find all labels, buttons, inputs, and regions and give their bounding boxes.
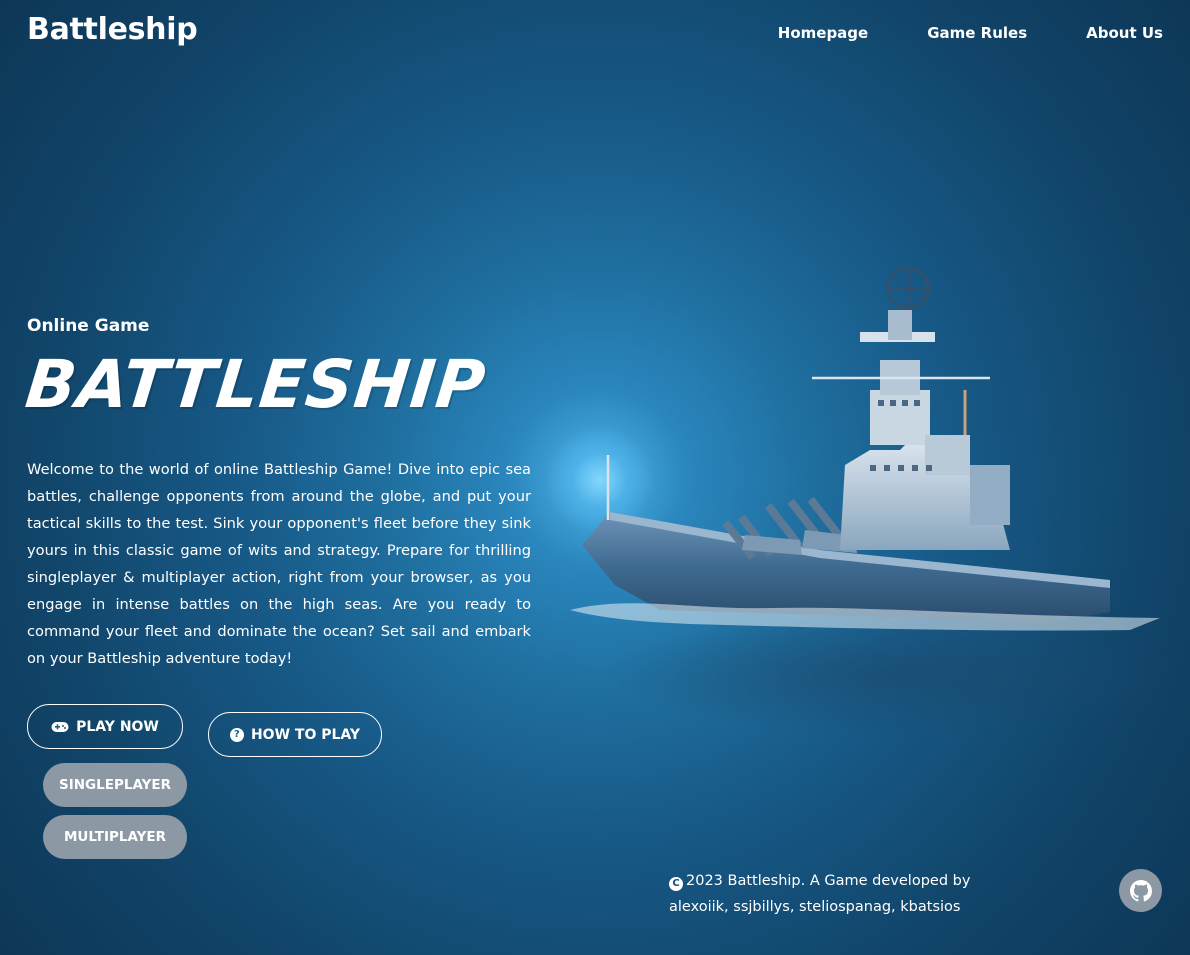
- footer-credits: 2023 Battleship. A Game developed by ale…: [669, 873, 971, 915]
- play-now-label: PLAY NOW: [76, 718, 159, 735]
- github-button[interactable]: [1119, 869, 1162, 912]
- copyright-icon: C: [669, 877, 683, 891]
- play-now-button[interactable]: PLAY NOW: [27, 704, 183, 749]
- question-circle-icon: ?: [229, 727, 244, 742]
- hero-title: BATTLESHIP: [22, 346, 490, 423]
- battleship-illustration: [570, 266, 1170, 735]
- multiplayer-button[interactable]: MULTIPLAYER: [43, 815, 187, 859]
- main-nav: Homepage Game Rules About Us: [778, 24, 1163, 42]
- hero-subtitle: Online Game: [27, 316, 150, 336]
- site-logo[interactable]: Battleship: [27, 12, 198, 47]
- how-to-play-button[interactable]: ? HOW TO PLAY: [208, 712, 382, 757]
- how-to-play-label: HOW TO PLAY: [250, 726, 361, 743]
- gamepad-icon: [51, 721, 69, 732]
- footer-text: C 2023 Battleship. A Game developed by al…: [669, 868, 999, 920]
- nav-about-us[interactable]: About Us: [1086, 24, 1163, 42]
- singleplayer-button[interactable]: SINGLEPLAYER: [43, 763, 187, 807]
- nav-homepage[interactable]: Homepage: [778, 24, 868, 42]
- github-icon: [1129, 879, 1152, 901]
- nav-game-rules[interactable]: Game Rules: [927, 24, 1027, 42]
- hero-description: Welcome to the world of online Battleshi…: [27, 461, 531, 667]
